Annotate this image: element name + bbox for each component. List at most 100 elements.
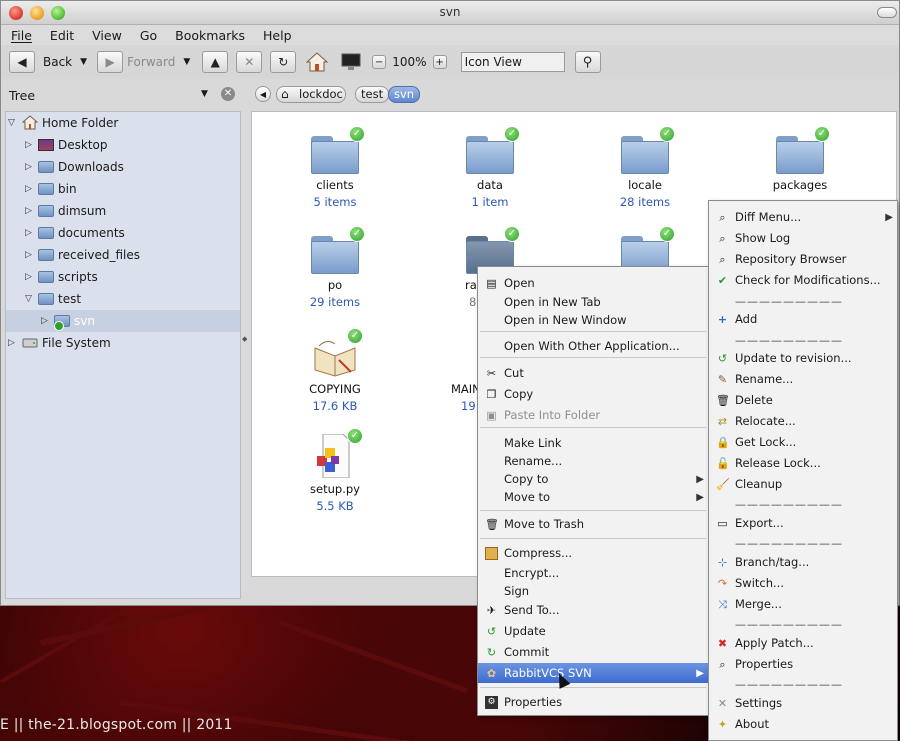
forward-button[interactable]: ▶ [97, 51, 124, 73]
menu-item-rename[interactable]: Rename... [478, 451, 708, 471]
menu-item-cut[interactable]: ✂ Cut [478, 363, 708, 383]
tree-item-scripts[interactable]: ▷ scripts [6, 266, 240, 288]
search-button[interactable]: ⚲ [574, 51, 601, 73]
tree-item-home-folder[interactable]: ▽ Home Folder [6, 112, 240, 134]
reload-button[interactable]: ↻ [270, 51, 297, 73]
breadcrumb-test[interactable]: test [355, 86, 390, 103]
expand-icon[interactable]: ▷ [25, 162, 35, 172]
breadcrumb-svn[interactable]: svn [388, 86, 421, 103]
menu-item-copy[interactable]: ❐ Copy [478, 384, 708, 404]
file-item-copying[interactable]: ✓ COPYING 17.6 KB [280, 328, 390, 413]
expand-icon[interactable]: ▷ [25, 228, 35, 238]
computer-button[interactable] [338, 50, 364, 74]
menu-item-update[interactable]: ↺ Update [478, 621, 708, 641]
menu-view[interactable]: View [92, 28, 122, 43]
expand-icon[interactable]: ▷ [25, 206, 35, 216]
menu-edit[interactable]: Edit [50, 28, 74, 43]
file-item-po[interactable]: ✓ po 29 items [280, 226, 390, 309]
svn-item-rename[interactable]: ✎ Rename... [709, 369, 897, 389]
tree-item-file-system[interactable]: ▷ File System [6, 332, 240, 354]
file-item-data[interactable]: ✓ data 1 item [435, 126, 545, 209]
menu-file[interactable]: File [11, 28, 32, 43]
svn-item-delete[interactable]: 🗑 Delete [709, 390, 897, 410]
menu-item-move-to-trash[interactable]: 🗑 Move to Trash [478, 514, 708, 534]
svn-item-diff-menu[interactable]: ⌕ Diff Menu... ▶ [709, 207, 897, 227]
svn-item-settings[interactable]: ✕ Settings [709, 693, 897, 713]
tree-item-desktop[interactable]: ▷ Desktop [6, 134, 240, 156]
menu-help[interactable]: Help [263, 28, 292, 43]
tree-item-svn[interactable]: ▷ svn [6, 310, 240, 332]
home-button[interactable] [304, 50, 330, 74]
tree-item-downloads[interactable]: ▷ Downloads [6, 156, 240, 178]
file-item-locale[interactable]: ✓ locale 28 items [590, 126, 700, 209]
menu-item-move-to[interactable]: Move to ▶ [478, 487, 708, 507]
zoom-out-button[interactable]: − [372, 55, 387, 69]
forward-history-dropdown[interactable]: ▼ [183, 57, 190, 67]
expand-icon[interactable]: ▷ [41, 316, 51, 326]
menu-item-sign[interactable]: Sign [478, 581, 708, 601]
sidebar-splitter[interactable]: ◆ [242, 111, 250, 599]
svn-item-apply-patch[interactable]: ✖ Apply Patch... [709, 633, 897, 653]
menu-go[interactable]: Go [140, 28, 157, 43]
back-history-dropdown[interactable]: ▼ [80, 57, 87, 67]
sidebar-mode-label[interactable]: Tree [9, 88, 35, 103]
sidebar-mode-dropdown-icon[interactable]: ▼ [201, 89, 208, 99]
up-button[interactable]: ▲ [202, 51, 229, 73]
menu-item-make-link[interactable]: Make Link [478, 433, 708, 453]
menu-item-encrypt[interactable]: Encrypt... [478, 563, 708, 583]
svn-item-cleanup[interactable]: 🧹 Cleanup [709, 474, 897, 494]
svn-item-release-lock[interactable]: 🔓 Release Lock... [709, 453, 897, 473]
svn-item-about[interactable]: ✦ About [709, 714, 897, 734]
breadcrumb-scroll-left-icon[interactable]: ◀ [255, 86, 271, 102]
collapse-icon[interactable]: ▽ [25, 294, 35, 304]
expand-icon[interactable]: ▷ [25, 272, 35, 282]
menu-item-compress[interactable]: Compress... [478, 543, 708, 563]
svn-item-export[interactable]: ▭ Export... [709, 513, 897, 533]
expand-icon[interactable]: ▷ [25, 184, 35, 194]
collapse-icon[interactable]: ▽ [8, 118, 18, 128]
close-sidebar-icon[interactable]: ✕ [221, 87, 235, 101]
svn-item-relocate[interactable]: ⇄ Relocate... [709, 411, 897, 431]
titlebar[interactable]: svn [1, 1, 899, 25]
svn-item-branch-tag[interactable]: ⊹ Branch/tag... [709, 552, 897, 572]
svn-item-show-log[interactable]: ⌕ Show Log [709, 228, 897, 248]
menu-item-send-to[interactable]: ✈ Send To... [478, 600, 708, 620]
file-item-clients[interactable]: ✓ clients 5 items [280, 126, 390, 209]
tree-item-test[interactable]: ▽ test [6, 288, 240, 310]
menu-item-paste-into-folder[interactable]: ▣ Paste Into Folder [478, 405, 708, 425]
expand-icon[interactable]: ▷ [8, 338, 18, 348]
svn-item-get-lock[interactable]: 🔒 Get Lock... [709, 432, 897, 452]
file-item-packages[interactable]: ✓ packages [745, 126, 855, 192]
tree-item-dimsum[interactable]: ▷ dimsum [6, 200, 240, 222]
menu-item-open-new-tab[interactable]: Open in New Tab [478, 292, 708, 312]
file-item-setup-py[interactable]: ✓ setup.py 5.5 KB [280, 428, 390, 513]
svn-item-check-modifications[interactable]: ✔ Check for Modifications... [709, 270, 897, 290]
zoom-in-button[interactable]: + [432, 55, 447, 69]
menu-item-open-with[interactable]: Open With Other Application... [478, 336, 708, 356]
toolbar-toggle-button[interactable] [877, 7, 897, 18]
menu-item-open[interactable]: ▤ Open [478, 273, 708, 293]
menu-item-properties[interactable]: ⚙ Properties [478, 692, 708, 712]
forward-label[interactable]: Forward [127, 55, 175, 69]
breadcrumb-lockdoc[interactable]: ⌂ lockdoc [276, 86, 346, 103]
menu-bookmarks[interactable]: Bookmarks [175, 28, 245, 43]
menu-item-copy-to[interactable]: Copy to ▶ [478, 469, 708, 489]
view-mode-select[interactable]: Icon View [460, 52, 565, 72]
svn-item-properties[interactable]: ⌕ Properties [709, 654, 897, 674]
svn-item-update-to-revision[interactable]: ↺ Update to revision... [709, 348, 897, 368]
menu-item-open-new-window[interactable]: Open in New Window [478, 310, 708, 330]
svn-item-switch[interactable]: ↷ Switch... [709, 573, 897, 593]
tree-item-bin[interactable]: ▷ bin [6, 178, 240, 200]
tree-item-received-files[interactable]: ▷ received_files [6, 244, 240, 266]
svn-item-repository-browser[interactable]: ⌕ Repository Browser [709, 249, 897, 269]
menu-item-commit[interactable]: ↻ Commit [478, 642, 708, 662]
stop-button[interactable]: ✕ [236, 51, 263, 73]
back-button[interactable]: ◀ [9, 51, 35, 73]
svn-item-merge[interactable]: ⤨ Merge... [709, 594, 897, 614]
back-label[interactable]: Back [43, 55, 72, 69]
menu-item-rabbitvcs-svn[interactable]: ✿ RabbitVCS SVN ▶ [478, 663, 708, 683]
tree-item-documents[interactable]: ▷ documents [6, 222, 240, 244]
expand-icon[interactable]: ▷ [25, 250, 35, 260]
svn-item-add[interactable]: + Add [709, 309, 897, 329]
expand-icon[interactable]: ▷ [25, 140, 35, 150]
